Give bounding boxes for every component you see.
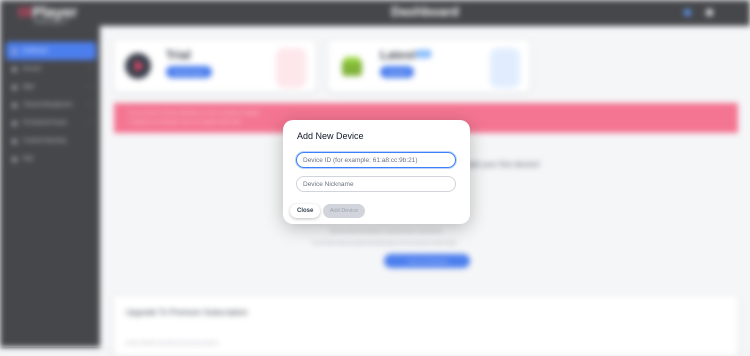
device-nickname-input[interactable] bbox=[296, 176, 456, 192]
close-button[interactable]: Close bbox=[290, 204, 321, 218]
dialog-title: Add New Device bbox=[297, 131, 364, 141]
add-device-dialog: Add New Device Close Add Device bbox=[283, 120, 470, 224]
device-id-input[interactable] bbox=[296, 152, 456, 168]
add-device-button[interactable]: Add Device bbox=[323, 204, 366, 218]
